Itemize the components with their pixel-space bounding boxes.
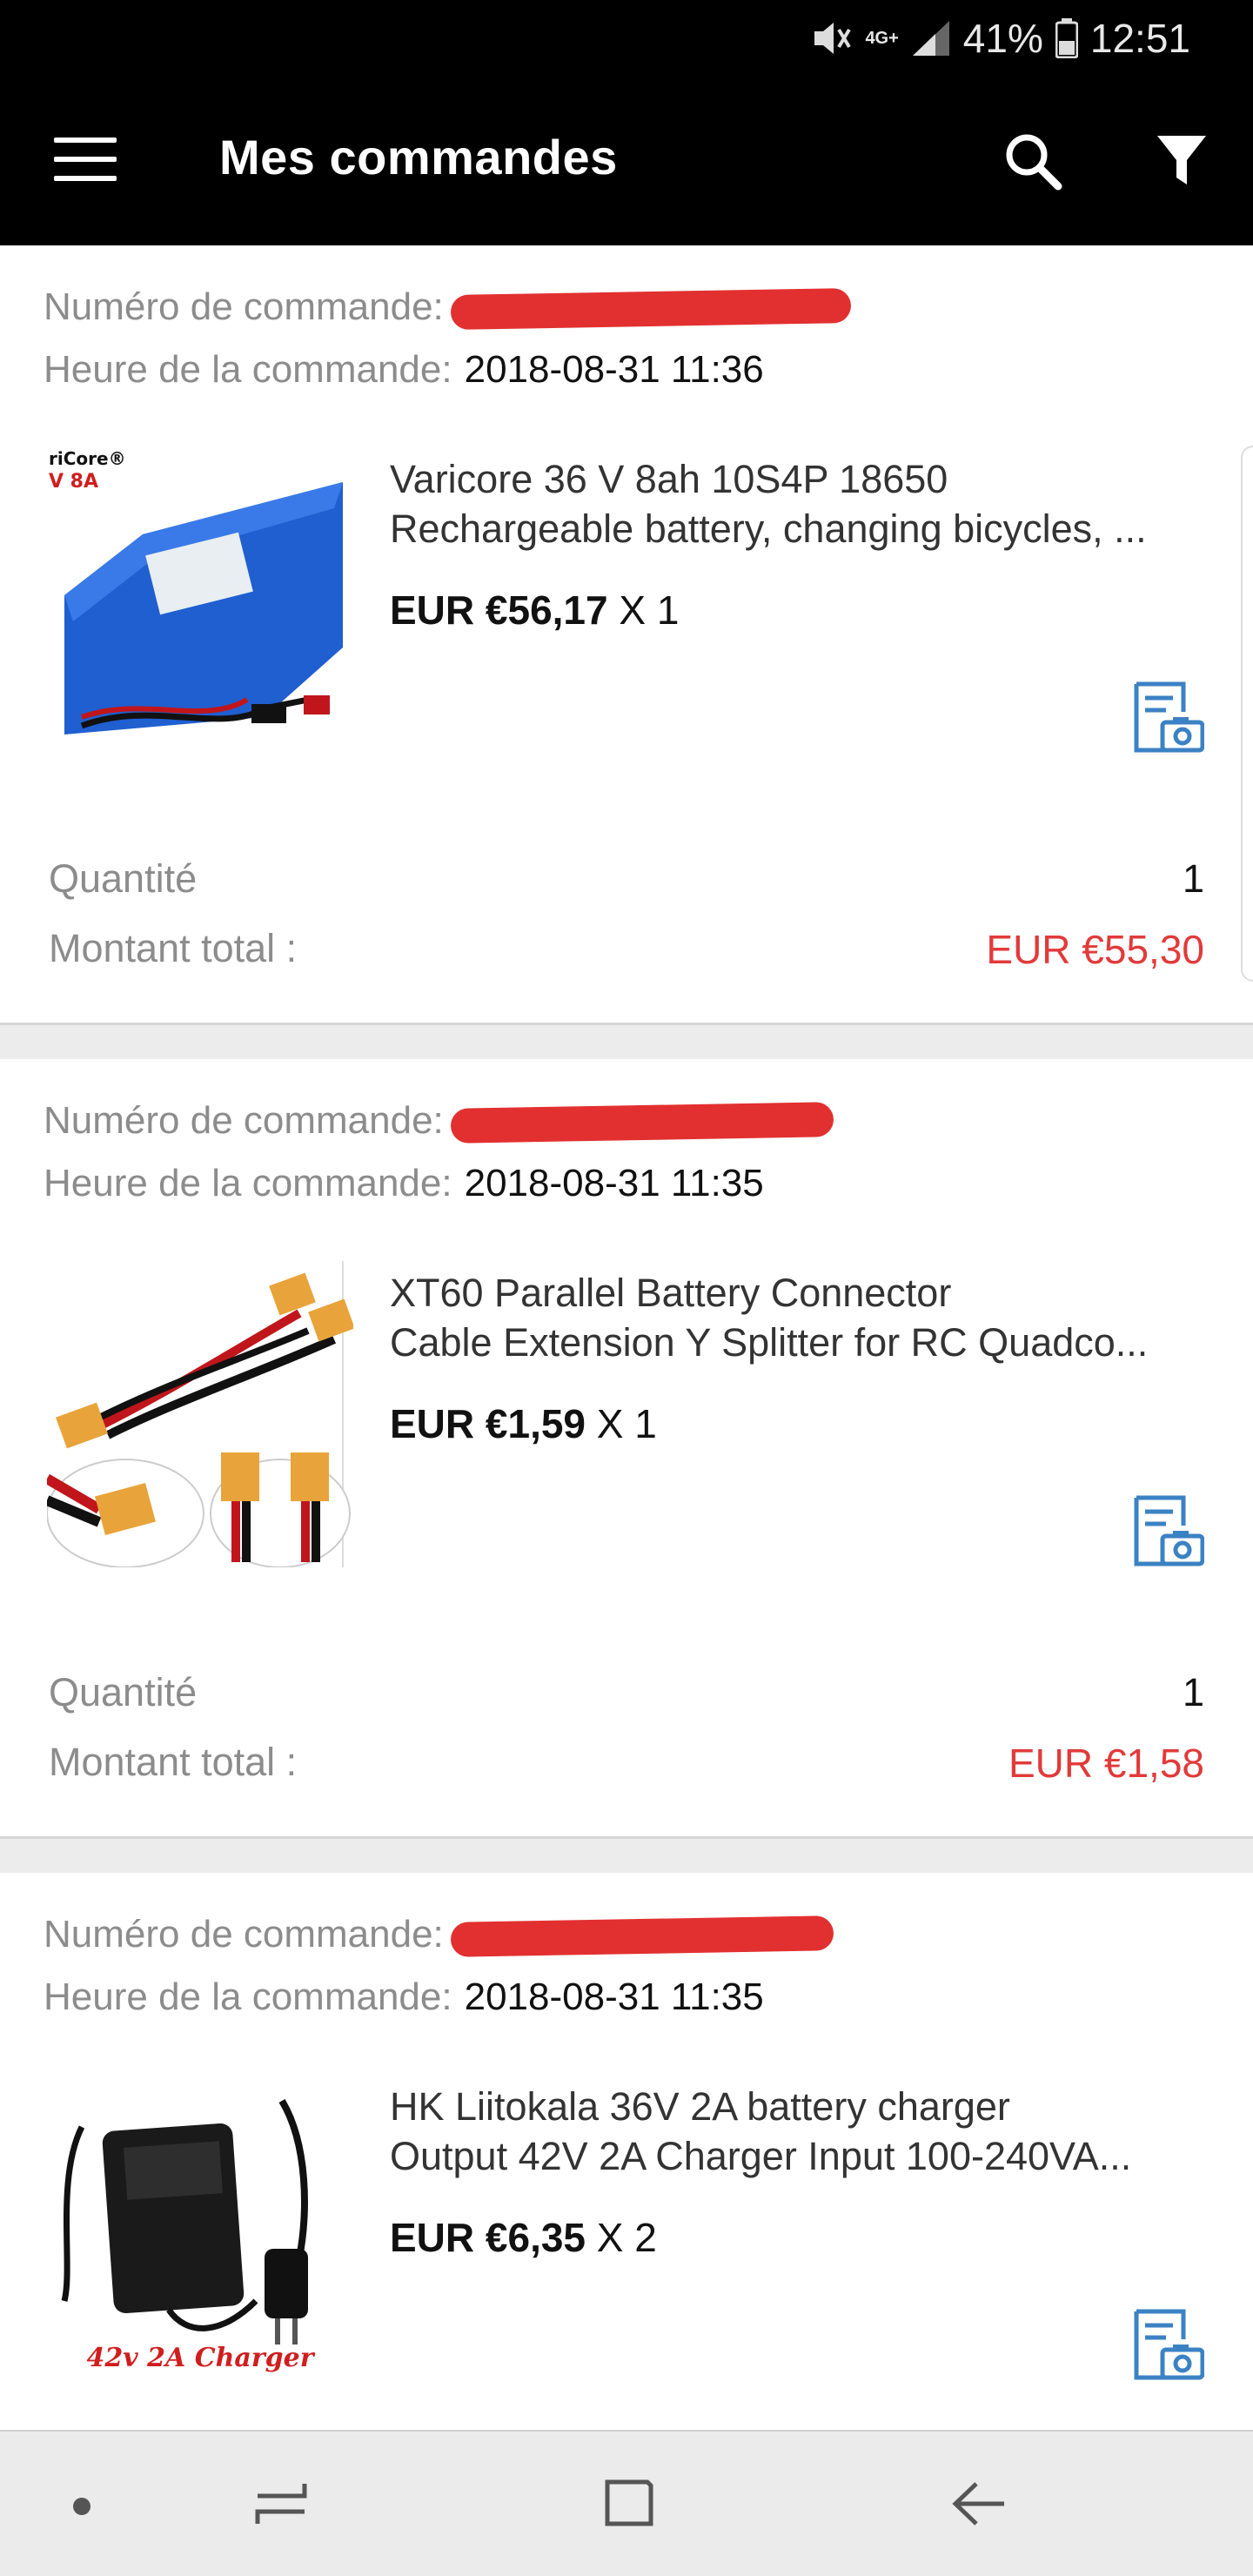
- app-bar: Mes commandes: [0, 77, 1253, 245]
- status-bar: 4G+ 41% 12:51: [0, 0, 1253, 77]
- page-title: Mes commandes: [219, 130, 618, 184]
- battery-pack-image: riCore® V 8A: [47, 447, 353, 754]
- order-time-label: Heure de la commande:: [44, 1162, 452, 1204]
- menu-icon[interactable]: [54, 138, 117, 181]
- clock: 12:51: [1089, 16, 1190, 61]
- total-value: EUR €55,30: [986, 927, 1204, 972]
- battery-percent: 41%: [962, 16, 1043, 61]
- photo-review-icon[interactable]: [1131, 1494, 1204, 1567]
- connector-cable-image: [47, 1261, 353, 1567]
- order-time-label: Heure de la commande:: [44, 1976, 452, 2018]
- quantity-multiplier: X 1: [619, 587, 680, 633]
- order-time-row: Heure de la commande: 2018-08-31 11:35: [44, 1976, 764, 2019]
- product-title[interactable]: XT60 Parallel Battery Connector Cable Ex…: [390, 1268, 1208, 1367]
- total-value: EUR €1,58: [1008, 1741, 1204, 1786]
- product-image[interactable]: 42v 2A Charger: [47, 2075, 353, 2381]
- search-icon[interactable]: [1001, 129, 1067, 195]
- order-time-value: 2018-08-31 11:35: [464, 1976, 764, 2018]
- order-time-value: 2018-08-31 11:36: [464, 348, 764, 391]
- status-indicators: 4G+ 41% 12:51: [811, 12, 1190, 64]
- back-icon[interactable]: [950, 2475, 1008, 2532]
- product-title-line: HK Liitokala 36V 2A battery charger: [390, 2084, 1010, 2129]
- image-brand-text: riCore®: [49, 448, 126, 469]
- product-image[interactable]: [47, 1261, 353, 1567]
- quantity-label: Quantité: [49, 1670, 198, 1714]
- order-card[interactable]: Numéro de commande: Heure de la commande…: [0, 1059, 1253, 1839]
- order-time-label: Heure de la commande:: [44, 348, 452, 391]
- order-number-label: Numéro de commande:: [44, 1913, 444, 1955]
- photo-review-icon[interactable]: [1131, 681, 1204, 754]
- product-title-line: Rechargeable battery, changing bicycles,…: [390, 506, 1147, 551]
- mute-icon: [814, 23, 852, 54]
- quantity-multiplier: X 2: [596, 2215, 657, 2260]
- order-number-label: Numéro de commande:: [44, 1099, 444, 1142]
- order-time-value: 2018-08-31 11:35: [464, 1162, 764, 1204]
- filter-icon[interactable]: [1156, 132, 1208, 190]
- order-number-label: Numéro de commande:: [44, 285, 444, 328]
- product-title[interactable]: HK Liitokala 36V 2A battery charger Outp…: [390, 2082, 1208, 2181]
- signal-icon: [912, 21, 949, 56]
- system-navigation-bar: [0, 2430, 1253, 2576]
- order-card[interactable]: Numéro de commande: Heure de la commande…: [0, 245, 1253, 1025]
- redacted-order-number: [450, 288, 852, 331]
- image-spec-text: V 8A: [49, 471, 98, 493]
- quantity-label: Quantité: [49, 856, 198, 901]
- unit-price-value: EUR €1,59: [390, 1401, 586, 1446]
- unit-price: EUR €56,17 X 1: [390, 587, 679, 634]
- order-time-row: Heure de la commande: 2018-08-31 11:35: [44, 1162, 764, 1205]
- quantity-value: 1: [1182, 1670, 1204, 1714]
- product-title-line: Varicore 36 V 8ah 10S4P 18650: [390, 457, 948, 501]
- charger-image: 42v 2A Charger: [47, 2075, 353, 2381]
- product-image[interactable]: riCore® V 8A: [47, 447, 353, 754]
- quantity-value: 1: [1182, 856, 1204, 901]
- photo-review-icon[interactable]: [1131, 2308, 1204, 2381]
- network-type: 4G+: [865, 28, 899, 48]
- side-panel-handle[interactable]: [1241, 446, 1253, 982]
- unit-price: EUR €1,59 X 1: [390, 1400, 657, 1447]
- recent-apps-icon[interactable]: [252, 2475, 310, 2532]
- quantity-multiplier: X 1: [596, 1401, 657, 1446]
- battery-icon: [1055, 18, 1078, 58]
- unit-price-value: EUR €56,17: [390, 587, 608, 633]
- home-icon[interactable]: [600, 2473, 658, 2531]
- unit-price-value: EUR €6,35: [390, 2215, 586, 2260]
- total-label: Montant total :: [49, 926, 298, 970]
- redacted-order-number: [450, 1102, 834, 1144]
- image-caption-text: 42v 2A Charger: [86, 2343, 315, 2373]
- product-title-line: XT60 Parallel Battery Connector: [390, 1271, 952, 1315]
- redacted-order-number: [450, 1915, 834, 1958]
- order-number-row: Numéro de commande:: [44, 1099, 834, 1144]
- nav-dot-icon[interactable]: [73, 2498, 90, 2515]
- total-label: Montant total :: [49, 1740, 298, 1784]
- unit-price: EUR €6,35 X 2: [390, 2214, 657, 2261]
- product-title-line: Output 42V 2A Charger Input 100-240VA...: [390, 2134, 1132, 2178]
- order-time-row: Heure de la commande: 2018-08-31 11:36: [44, 348, 764, 392]
- order-number-row: Numéro de commande:: [44, 1913, 834, 1958]
- order-number-row: Numéro de commande:: [44, 285, 852, 331]
- product-title[interactable]: Varicore 36 V 8ah 10S4P 18650 Rechargeab…: [390, 454, 1208, 553]
- product-title-line: Cable Extension Y Splitter for RC Quadco…: [390, 1320, 1149, 1365]
